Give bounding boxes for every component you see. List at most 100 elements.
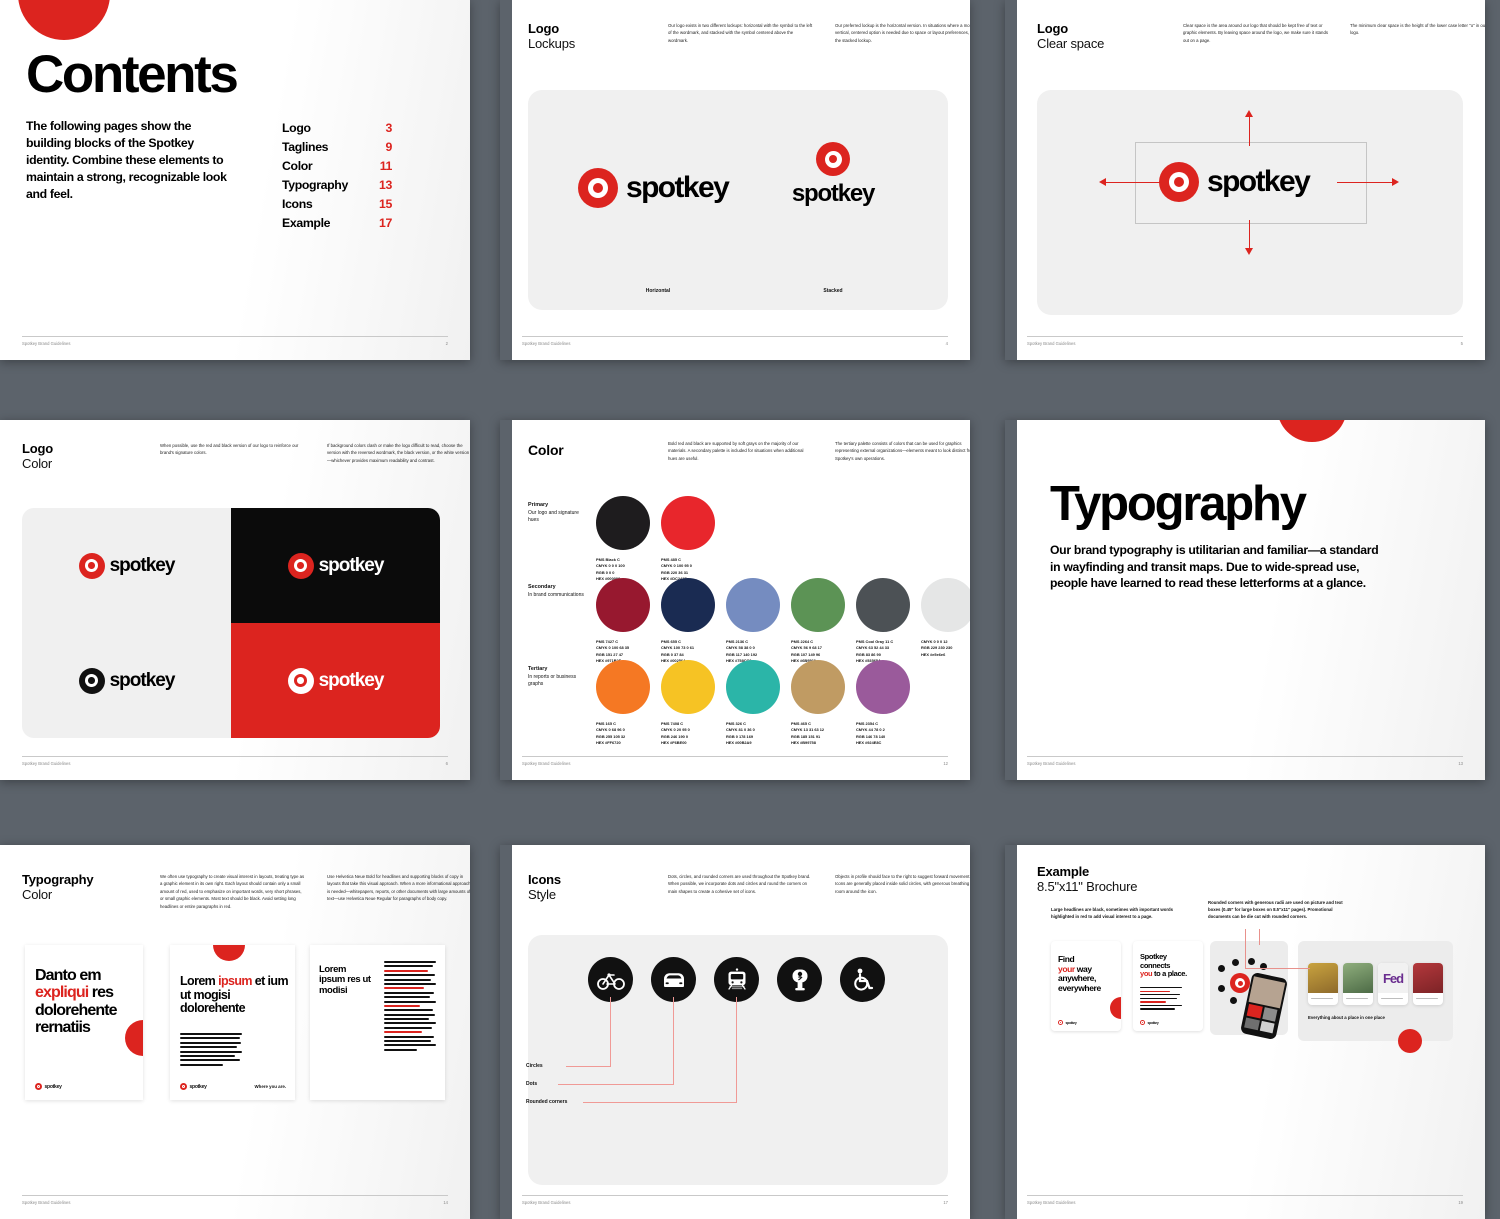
color-swatch[interactable] <box>596 578 650 632</box>
intro-blurbs: Our logo exists in two different lockups… <box>668 22 970 44</box>
color-swatch[interactable] <box>661 578 715 632</box>
gallery-card <box>1308 963 1338 1005</box>
toc-row[interactable]: Color 11 <box>282 157 392 176</box>
clearspace-stage: spotkey <box>1037 90 1463 315</box>
footer-page-number: 13 <box>1458 761 1463 766</box>
gallery-card <box>1413 963 1443 1005</box>
swatch-cmyk: CMYK 0 0 0 100 <box>596 563 625 569</box>
toc-label: Logo <box>282 121 311 135</box>
toc-label: Example <box>282 216 331 231</box>
red-arc-decoration <box>1398 1029 1422 1053</box>
note-headlines: Large headlines are black, sometimes wit… <box>1051 907 1174 919</box>
page-color-palette: Color Bold red and black are supported b… <box>500 420 970 780</box>
color-swatch[interactable] <box>856 660 910 714</box>
arrow-head-up-icon <box>1245 110 1253 117</box>
swatch-pms: PMS 485 C <box>661 557 681 562</box>
card-logo: spotkey <box>35 1083 62 1090</box>
brochure-cover: Find your way anywhere, everywhere spotk… <box>1051 941 1121 1031</box>
color-swatch[interactable] <box>661 660 715 714</box>
footer-page-number: 17 <box>943 1200 948 1205</box>
toc-label: Color <box>282 159 313 174</box>
swatch-rgb: RGB 117 140 192 <box>726 651 758 657</box>
toc-row[interactable]: Typography 13 <box>282 176 392 195</box>
page-typography-title: Typography Our brand typography is utili… <box>1005 420 1485 780</box>
swatch-hex: HEX #924E8C <box>856 739 882 745</box>
color-swatch[interactable] <box>661 496 715 550</box>
swatch-pms: PMS 2136 C <box>726 639 749 644</box>
color-swatch[interactable] <box>921 578 970 632</box>
swatch-cmyk: CMYK 0 100 68 35 <box>596 645 630 651</box>
parking-meter-icon[interactable] <box>777 957 822 1002</box>
swatch-rgb: RGB 0 178 169 <box>726 733 754 739</box>
toc-row[interactable]: Example 17 <box>282 214 392 233</box>
inner-line-3: to a place. <box>1152 969 1187 979</box>
red-arc-decoration <box>18 0 110 40</box>
callout-line-dots <box>673 997 675 1085</box>
footer-page-number: 2 <box>445 341 448 346</box>
arrow-head-down-icon <box>1245 248 1253 255</box>
clearspace-arrow-right <box>1337 182 1393 183</box>
group-name: Primary <box>528 502 549 508</box>
spotkey-mark-icon <box>1140 1020 1145 1025</box>
phone-mockup-panel <box>1210 941 1289 1041</box>
color-swatch[interactable] <box>596 496 650 550</box>
toc-label: Taglines <box>282 140 329 155</box>
footer-label: Spotkey Brand Guidelines <box>522 341 571 346</box>
toc-row[interactable]: Taglines 9 <box>282 138 392 157</box>
swatch-rgb: RGB 0 0 0 <box>596 569 615 575</box>
toc-label: Typography <box>282 178 348 193</box>
group-desc: In reports or business graphs <box>528 673 577 688</box>
swatch-rgb: RGB 220 36 31 <box>661 569 689 575</box>
brand-guidelines-sheet: Contents The following pages show the bu… <box>0 0 1500 1219</box>
color-swatch[interactable] <box>856 578 910 632</box>
toc-page: 17 <box>379 216 392 231</box>
spotkey-mark-icon <box>287 552 314 579</box>
swatch-cmyk: CMYK 0 68 96 0 <box>596 727 625 733</box>
swatch-pms: PMS 465 C <box>791 721 811 726</box>
page-subtitle: Color <box>22 886 53 902</box>
sample-headline: Lorem ipsum et ium ut mogisi dolorehente <box>180 974 289 1016</box>
page-footer: Spotkey Brand Guidelines 6 <box>22 756 448 766</box>
color-swatch[interactable] <box>791 660 845 714</box>
swatch-cmyk: CMYK 13 31 63 12 <box>791 727 825 733</box>
color-swatch-specs: PMS 465 C CMYK 13 31 63 12 RGB 185 151 9… <box>791 721 861 746</box>
page-heading: Color <box>528 442 564 458</box>
footer-label: Spotkey Brand Guidelines <box>1027 761 1076 766</box>
logo-lockup-horizontal: spotkey <box>578 168 730 208</box>
red-arc-decoration <box>1110 997 1121 1019</box>
intro-blurbs: When possible, use the red and black ver… <box>160 442 470 464</box>
car-icon[interactable] <box>651 957 696 1002</box>
card-tagline: Where you are. <box>254 1084 286 1089</box>
bicycle-icon[interactable] <box>588 957 633 1002</box>
intro-blurbs: Clear space is the area around our logo … <box>1183 22 1485 44</box>
page-footer: Spotkey Brand Guidelines 2 <box>22 336 448 346</box>
color-swatch[interactable] <box>726 578 780 632</box>
cover-line-3: anywhere, <box>1058 973 1096 984</box>
wheelchair-icon[interactable] <box>840 957 885 1002</box>
card-logo-label: spotkey <box>189 1083 207 1090</box>
callout-label-circles: Circles <box>526 1063 543 1069</box>
page-heading: Icons Style <box>528 872 561 903</box>
typography-sample-card: Lorem ipsum res ut modisi <box>310 945 445 1100</box>
swatch-pms: PMS 2264 C <box>791 639 814 644</box>
train-icon[interactable] <box>714 957 759 1002</box>
swatch-pms: PMS Black C <box>596 557 620 562</box>
color-swatch-specs: CMYK 0 0 0 12 RGB 229 230 230 HEX #e5e6e… <box>921 639 970 658</box>
blurb-1: Clear space is the area around our logo … <box>1183 23 1328 43</box>
intro-blurbs: Dots, circles, and rounded corners are u… <box>668 873 970 895</box>
page-title: Logo <box>1037 21 1068 36</box>
logo-variant-reversed-on-black: spotkey <box>231 508 440 623</box>
toc-row[interactable]: Icons 15 <box>282 195 392 214</box>
swatch-cmyk: CMYK 44 78 0 2 <box>856 727 885 733</box>
color-swatch[interactable] <box>596 660 650 714</box>
color-swatch[interactable] <box>726 660 780 714</box>
typography-intro-text: Our brand typography is utilitarian and … <box>1050 543 1379 591</box>
note-rounded-corners: Rounded corners with generous radii are … <box>1208 900 1343 919</box>
color-swatch[interactable] <box>791 578 845 632</box>
palette-group-label-tertiary: Tertiary In reports or business graphs <box>528 666 590 688</box>
brochure-inner-headline: Spotkey connects you to a place. <box>1140 952 1198 979</box>
brochure-logo-label: spotkey <box>1065 1020 1077 1025</box>
blurb-2: Our preferred lockup is the horizontal v… <box>835 23 970 43</box>
toc-row[interactable]: Logo 3 <box>282 119 392 138</box>
cover-line-2: way <box>1074 963 1092 974</box>
